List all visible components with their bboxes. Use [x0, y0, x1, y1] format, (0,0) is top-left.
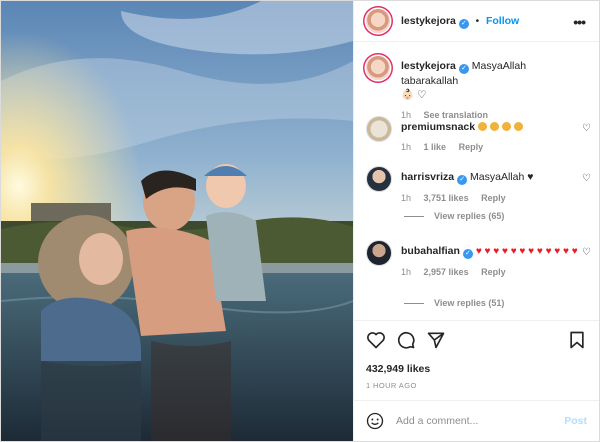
likes-count[interactable]: 432,949 likes [366, 363, 430, 375]
emoji-face-icon [490, 122, 500, 131]
post-timestamp: 1 HOUR AGO [366, 381, 417, 390]
comment-emoji: 👶🏻 ♡ [401, 89, 427, 101]
comment-meta: 1h 2,957 likes Reply [401, 265, 581, 279]
author-username[interactable]: lestykejora [401, 15, 456, 27]
reply-button[interactable]: Reply [459, 142, 484, 152]
post-header: lestykejora ✓ • Follow ••• [354, 1, 599, 42]
comment-input[interactable]: Add a comment... [396, 415, 478, 427]
verified-badge-icon: ✓ [458, 64, 469, 74]
add-comment-bar: Add a comment... Post [354, 400, 599, 442]
replies-divider [404, 216, 424, 218]
view-replies-label: View replies (51) [434, 298, 505, 308]
like-comment-icon[interactable]: ♡ [582, 247, 591, 258]
comment-text: MasyaAllah ♥ [470, 171, 534, 183]
comment-hearts: ♥ ♥ ♥ ♥ ♥ ♥ ♥ ♥ ♥ ♥ ♥ ♥ [475, 246, 578, 257]
avatar[interactable] [366, 240, 392, 266]
replies-divider [404, 303, 424, 305]
action-bar: 432,949 likes 1 HOUR AGO [354, 320, 599, 401]
verified-badge-icon: ✓ [462, 249, 473, 259]
comment-time: 1h [401, 142, 412, 152]
like-comment-icon[interactable]: ♡ [582, 123, 591, 134]
verified-badge-icon: ✓ [458, 19, 469, 29]
comment-username[interactable]: harrisvriza [401, 171, 454, 183]
comment-likes[interactable]: 3,751 likes [424, 193, 469, 203]
comment-time: 1h [401, 110, 412, 120]
emoji-smile-icon[interactable] [366, 412, 384, 430]
reply-button[interactable]: Reply [481, 267, 506, 277]
post-side-panel: lestykejora ✓ • Follow ••• lestykejora ✓ M… [353, 1, 599, 441]
like-heart-icon[interactable] [366, 330, 386, 350]
avatar[interactable] [366, 166, 392, 192]
bookmark-icon[interactable] [567, 330, 587, 350]
comment-body: harrisvriza ✓ MasyaAllah ♥ 1h 3,751 likes… [401, 170, 581, 205]
post-comment-button[interactable]: Post [564, 415, 587, 427]
follow-button[interactable]: Follow [486, 15, 519, 27]
comment-body: lestykejora ✓ MasyaAllah tabarakallah 👶🏻 … [401, 59, 581, 122]
view-replies-link[interactable]: View replies (51) [404, 298, 504, 308]
verified-badge-icon: ✓ [457, 175, 468, 185]
more-options-icon[interactable]: ••• [573, 14, 586, 30]
comment-meta: 1h 3,751 likes Reply [401, 191, 581, 205]
comments-list: lestykejora ✓ MasyaAllah tabarakallah 👶🏻 … [354, 42, 599, 320]
separator-dot: • [475, 16, 480, 27]
see-translation-link[interactable]: See translation [424, 110, 489, 120]
share-send-icon[interactable] [426, 330, 446, 350]
comment-body: premiumsnack 1h 1 like Reply [401, 120, 581, 154]
avatar[interactable] [366, 56, 390, 80]
comment-emoji-group [478, 121, 526, 133]
comment-username[interactable]: bubahalfian [401, 245, 460, 257]
header-meta: lestykejora ✓ • Follow [401, 15, 519, 29]
like-comment-icon[interactable]: ♡ [582, 173, 591, 184]
comment-time: 1h [401, 193, 412, 203]
emoji-face-icon [502, 122, 512, 131]
comment-time: 1h [401, 267, 412, 277]
comment-username[interactable]: lestykejora [401, 60, 456, 72]
emoji-face-icon [514, 122, 524, 131]
avatar[interactable] [366, 116, 392, 142]
emoji-face-icon [478, 122, 488, 131]
post-photo[interactable] [1, 1, 353, 441]
comment-bubble-icon[interactable] [396, 330, 416, 350]
comment-body: bubahalfian ✓ ♥ ♥ ♥ ♥ ♥ ♥ ♥ ♥ ♥ ♥ ♥ ♥ 1h … [401, 244, 581, 279]
comment-likes[interactable]: 1 like [424, 142, 447, 152]
view-replies-link[interactable]: View replies (65) [404, 211, 504, 221]
view-replies-label: View replies (65) [434, 211, 505, 221]
comment-likes[interactable]: 2,957 likes [424, 267, 469, 277]
comment-meta: 1h 1 like Reply [401, 140, 581, 154]
reply-button[interactable]: Reply [481, 193, 506, 203]
avatar[interactable] [366, 9, 390, 33]
comment-username[interactable]: premiumsnack [401, 121, 475, 133]
